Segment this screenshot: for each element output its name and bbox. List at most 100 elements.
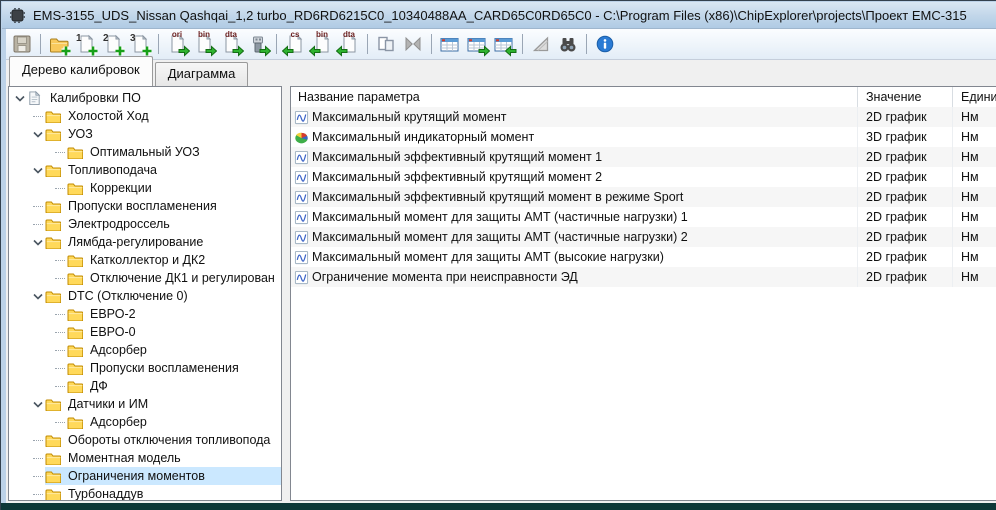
table-row[interactable]: Максимальный эффективный крутящий момент… <box>291 147 996 167</box>
window-title: EMS-3155_UDS_Nissan Qashqai_1,2 turbo_RD… <box>33 8 967 23</box>
tree-connector <box>53 251 67 269</box>
two-windows-icon <box>376 34 396 54</box>
tree-item[interactable]: Электродроссель <box>9 215 281 233</box>
export-ori-button[interactable]: ori <box>164 31 190 57</box>
tree-item-label: Пропуски воспламенения <box>87 360 242 376</box>
tree-item[interactable]: Датчики и ИМ <box>9 395 281 413</box>
document-icon <box>27 91 43 105</box>
tree-item[interactable]: Моментная модель <box>9 449 281 467</box>
tree-connector <box>31 197 45 215</box>
column-header-unit[interactable]: Единицы <box>952 87 996 107</box>
tree-item-label: Холостой Ход <box>65 108 152 124</box>
param-value: 2D график <box>857 247 952 267</box>
tree-item-selected[interactable]: Ограничения моментов <box>9 467 281 485</box>
tab-diagram[interactable]: Диаграмма <box>155 62 249 87</box>
tree-item[interactable]: Коррекции <box>9 179 281 197</box>
tree-item-label: Адсорбер <box>87 342 150 358</box>
tree-item-label: Адсорбер <box>87 414 150 430</box>
folder-icon <box>67 415 83 429</box>
tree-item[interactable]: DTC (Отключение 0) <box>9 287 281 305</box>
2d-graph-icon <box>294 230 309 245</box>
tree-item[interactable]: Калибровки ПО <box>9 89 281 107</box>
app-window: EMS-3155_UDS_Nissan Qashqai_1,2 turbo_RD… <box>0 0 996 510</box>
folder-icon <box>45 451 61 465</box>
chevron-down-icon[interactable] <box>31 125 45 143</box>
2d-graph-icon <box>294 250 309 265</box>
tree-item[interactable]: ЕВРО-2 <box>9 305 281 323</box>
toolbar: 1 2 3 ori bin <box>6 29 996 60</box>
save-button[interactable] <box>9 31 35 57</box>
chevron-down-icon[interactable] <box>13 89 27 107</box>
tree-item[interactable]: Лямбда-регулирование <box>9 233 281 251</box>
chevron-down-icon[interactable] <box>31 233 45 251</box>
usb-drive-icon <box>249 35 267 54</box>
add-project-button[interactable] <box>46 31 72 57</box>
tree-item[interactable]: ЕВРО-0 <box>9 323 281 341</box>
import-bin-button[interactable]: bin <box>309 31 335 57</box>
table-icon <box>494 36 514 53</box>
table-view-button[interactable] <box>437 31 463 57</box>
table-row[interactable]: Максимальный эффективный крутящий момент… <box>291 187 996 207</box>
info-icon <box>596 35 614 53</box>
app-chip-icon <box>9 7 26 24</box>
tree-item[interactable]: Адсорбер <box>9 413 281 431</box>
table-row[interactable]: Ограничение момента при неисправности ЭД… <box>291 267 996 287</box>
table-import-button[interactable] <box>491 31 517 57</box>
table-row[interactable]: Максимальный индикаторный момент 3D граф… <box>291 127 996 147</box>
tree-item[interactable]: Катколлектор и ДК2 <box>9 251 281 269</box>
folder-icon <box>67 271 83 285</box>
panel-splitter[interactable] <box>283 86 290 503</box>
tree-item[interactable]: Отключение ДК1 и регулирован <box>9 269 281 287</box>
param-value: 2D график <box>857 107 952 127</box>
column-header-name[interactable]: Название параметра <box>291 90 857 104</box>
chevron-down-icon[interactable] <box>31 161 45 179</box>
folder-icon <box>45 217 61 231</box>
column-header-value[interactable]: Значение <box>857 87 952 107</box>
tree-item[interactable]: УОЗ <box>9 125 281 143</box>
tab-calibration-tree[interactable]: Дерево калибровок <box>9 56 153 86</box>
export-bin-button[interactable]: bin <box>191 31 217 57</box>
chevron-down-icon[interactable] <box>31 395 45 413</box>
tree-item[interactable]: Турбонаддув <box>9 485 281 501</box>
tree-item[interactable]: Топливоподача <box>9 161 281 179</box>
merge-button[interactable] <box>400 31 426 57</box>
table-export-button[interactable] <box>464 31 490 57</box>
search-button[interactable] <box>555 31 581 57</box>
table-row[interactable]: Максимальный крутящий момент 2D график Н… <box>291 107 996 127</box>
tree-connector <box>53 341 67 359</box>
tree-item[interactable]: ДФ <box>9 377 281 395</box>
import-dta-button[interactable]: dta <box>336 31 362 57</box>
chevron-down-icon[interactable] <box>31 287 45 305</box>
import-cs-button[interactable]: cs <box>282 31 308 57</box>
folder-icon <box>45 469 61 483</box>
add-file-3-button[interactable]: 3 <box>127 31 153 57</box>
toolbar-separator <box>431 34 432 54</box>
table-row[interactable]: Максимальный момент для защиты АМТ (част… <box>291 227 996 247</box>
tree-connector <box>31 431 45 449</box>
bin-label: bin <box>192 30 216 39</box>
triangle-tool-button[interactable] <box>528 31 554 57</box>
info-button[interactable] <box>592 31 618 57</box>
table-row[interactable]: Максимальный момент для защиты АМТ (высо… <box>291 247 996 267</box>
bin-label: bin <box>310 30 334 39</box>
parameters-panel: Название параметра Значение Единицы Макс… <box>290 86 996 501</box>
compare-windows-button[interactable] <box>373 31 399 57</box>
ori-label: ori <box>165 30 189 39</box>
param-value: 2D график <box>857 227 952 247</box>
tree-item[interactable]: Пропуски воспламенения <box>9 197 281 215</box>
export-dta-button[interactable]: dta <box>218 31 244 57</box>
add-file-1-button[interactable]: 1 <box>73 31 99 57</box>
tree-item[interactable]: Пропуски воспламенения <box>9 359 281 377</box>
folder-icon <box>45 127 61 141</box>
param-unit: Нм <box>952 207 996 227</box>
export-device-button[interactable] <box>245 31 271 57</box>
table-row[interactable]: Максимальный момент для защиты АМТ (част… <box>291 207 996 227</box>
add-file-2-button[interactable]: 2 <box>100 31 126 57</box>
tree-item[interactable]: Холостой Ход <box>9 107 281 125</box>
tree-item[interactable]: Оптимальный УОЗ <box>9 143 281 161</box>
tree-item-label: Калибровки ПО <box>47 90 144 106</box>
param-name: Максимальный момент для защиты АМТ (высо… <box>312 250 664 264</box>
tree-item[interactable]: Обороты отключения топливопода <box>9 431 281 449</box>
table-row[interactable]: Максимальный эффективный крутящий момент… <box>291 167 996 187</box>
tree-item[interactable]: Адсорбер <box>9 341 281 359</box>
